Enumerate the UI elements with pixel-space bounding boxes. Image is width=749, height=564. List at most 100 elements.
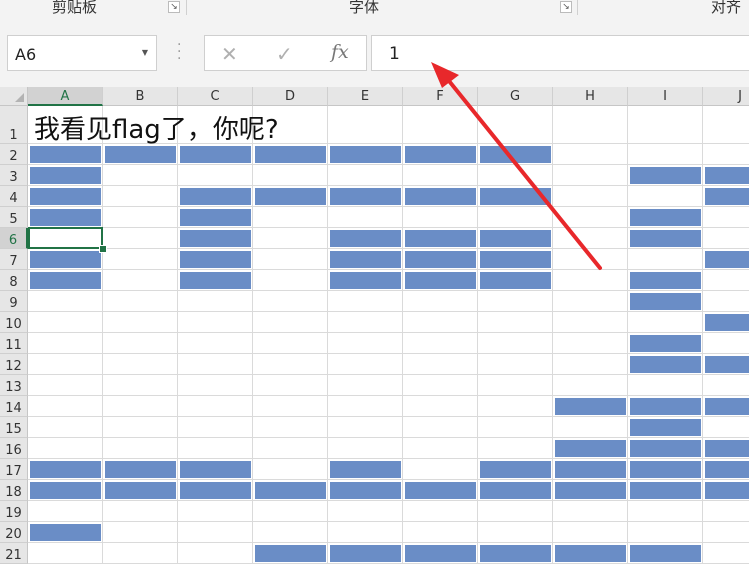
row-header-1[interactable]: 1 <box>0 106 28 144</box>
cancel-icon[interactable]: ✕ <box>221 42 238 66</box>
filled-cell-a7[interactable] <box>30 251 101 268</box>
select-all-corner[interactable] <box>0 87 28 106</box>
formula-input[interactable]: 1 <box>371 35 749 71</box>
filled-cell-c18[interactable] <box>180 482 251 499</box>
insert-function-icon[interactable]: fx <box>331 41 349 63</box>
filled-cell-g7[interactable] <box>480 251 551 268</box>
filled-cell-g21[interactable] <box>480 545 551 562</box>
filled-cell-a4[interactable] <box>30 188 101 205</box>
filled-cell-b17[interactable] <box>105 461 176 478</box>
filled-cell-j10[interactable] <box>705 314 749 331</box>
filled-cell-a5[interactable] <box>30 209 101 226</box>
filled-cell-c7[interactable] <box>180 251 251 268</box>
filled-cell-g6[interactable] <box>480 230 551 247</box>
filled-cell-i21[interactable] <box>630 545 701 562</box>
row-header-16[interactable]: 16 <box>0 438 28 459</box>
name-box[interactable]: A6 ▼ <box>7 35 157 71</box>
filled-cell-g17[interactable] <box>480 461 551 478</box>
row-header-5[interactable]: 5 <box>0 207 28 228</box>
row-header-7[interactable]: 7 <box>0 249 28 270</box>
filled-cell-e4[interactable] <box>330 188 401 205</box>
active-cell-selection[interactable] <box>28 227 103 249</box>
filled-cell-i6[interactable] <box>630 230 701 247</box>
filled-cell-j18[interactable] <box>705 482 749 499</box>
filled-cell-f21[interactable] <box>405 545 476 562</box>
filled-cell-j4[interactable] <box>705 188 749 205</box>
filled-cell-e21[interactable] <box>330 545 401 562</box>
row-header-2[interactable]: 2 <box>0 144 28 165</box>
fill-handle[interactable] <box>99 245 107 253</box>
font-dialog-launcher-icon[interactable]: ↘ <box>560 1 572 13</box>
filled-cell-f4[interactable] <box>405 188 476 205</box>
filled-cell-f8[interactable] <box>405 272 476 289</box>
filled-cell-i17[interactable] <box>630 461 701 478</box>
row-header-21[interactable]: 21 <box>0 543 28 564</box>
filled-cell-a2[interactable] <box>30 146 101 163</box>
filled-cell-a20[interactable] <box>30 524 101 541</box>
filled-cell-i8[interactable] <box>630 272 701 289</box>
filled-cell-b18[interactable] <box>105 482 176 499</box>
filled-cell-f6[interactable] <box>405 230 476 247</box>
enter-check-icon[interactable]: ✓ <box>276 42 293 66</box>
column-header-i[interactable]: I <box>628 87 703 106</box>
filled-cell-g4[interactable] <box>480 188 551 205</box>
filled-cell-e18[interactable] <box>330 482 401 499</box>
column-header-j[interactable]: J <box>703 87 749 106</box>
column-header-h[interactable]: H <box>553 87 628 106</box>
column-header-e[interactable]: E <box>328 87 403 106</box>
filled-cell-c5[interactable] <box>180 209 251 226</box>
filled-cell-c6[interactable] <box>180 230 251 247</box>
row-header-15[interactable]: 15 <box>0 417 28 438</box>
row-header-18[interactable]: 18 <box>0 480 28 501</box>
row-header-9[interactable]: 9 <box>0 291 28 312</box>
filled-cell-e7[interactable] <box>330 251 401 268</box>
filled-cell-i11[interactable] <box>630 335 701 352</box>
filled-cell-a8[interactable] <box>30 272 101 289</box>
filled-cell-d21[interactable] <box>255 545 326 562</box>
filled-cell-i18[interactable] <box>630 482 701 499</box>
filled-cell-g8[interactable] <box>480 272 551 289</box>
row-header-6[interactable]: 6 <box>0 228 28 249</box>
row-header-13[interactable]: 13 <box>0 375 28 396</box>
filled-cell-a18[interactable] <box>30 482 101 499</box>
column-header-g[interactable]: G <box>478 87 553 106</box>
filled-cell-d18[interactable] <box>255 482 326 499</box>
filled-cell-b2[interactable] <box>105 146 176 163</box>
row-header-19[interactable]: 19 <box>0 501 28 522</box>
filled-cell-i5[interactable] <box>630 209 701 226</box>
filled-cell-j14[interactable] <box>705 398 749 415</box>
filled-cell-e17[interactable] <box>330 461 401 478</box>
filled-cell-i15[interactable] <box>630 419 701 436</box>
filled-cell-i9[interactable] <box>630 293 701 310</box>
filled-cell-h17[interactable] <box>555 461 626 478</box>
filled-cell-c8[interactable] <box>180 272 251 289</box>
column-header-f[interactable]: F <box>403 87 478 106</box>
filled-cell-g2[interactable] <box>480 146 551 163</box>
column-header-d[interactable]: D <box>253 87 328 106</box>
filled-cell-d2[interactable] <box>255 146 326 163</box>
filled-cell-j3[interactable] <box>705 167 749 184</box>
column-header-a[interactable]: A <box>28 87 103 106</box>
row-header-17[interactable]: 17 <box>0 459 28 480</box>
column-header-c[interactable]: C <box>178 87 253 106</box>
drag-handle-icon[interactable]: · · · <box>177 38 181 66</box>
cell-a1-text[interactable]: 我看见flag了，你呢? <box>34 109 279 146</box>
filled-cell-h21[interactable] <box>555 545 626 562</box>
row-header-10[interactable]: 10 <box>0 312 28 333</box>
row-header-8[interactable]: 8 <box>0 270 28 291</box>
filled-cell-c17[interactable] <box>180 461 251 478</box>
filled-cell-f18[interactable] <box>405 482 476 499</box>
filled-cell-i3[interactable] <box>630 167 701 184</box>
filled-cell-e2[interactable] <box>330 146 401 163</box>
filled-cell-h14[interactable] <box>555 398 626 415</box>
filled-cell-i12[interactable] <box>630 356 701 373</box>
filled-cell-d4[interactable] <box>255 188 326 205</box>
filled-cell-i16[interactable] <box>630 440 701 457</box>
filled-cell-h18[interactable] <box>555 482 626 499</box>
filled-cell-h16[interactable] <box>555 440 626 457</box>
filled-cell-a3[interactable] <box>30 167 101 184</box>
filled-cell-i14[interactable] <box>630 398 701 415</box>
filled-cell-c2[interactable] <box>180 146 251 163</box>
filled-cell-j7[interactable] <box>705 251 749 268</box>
row-header-11[interactable]: 11 <box>0 333 28 354</box>
